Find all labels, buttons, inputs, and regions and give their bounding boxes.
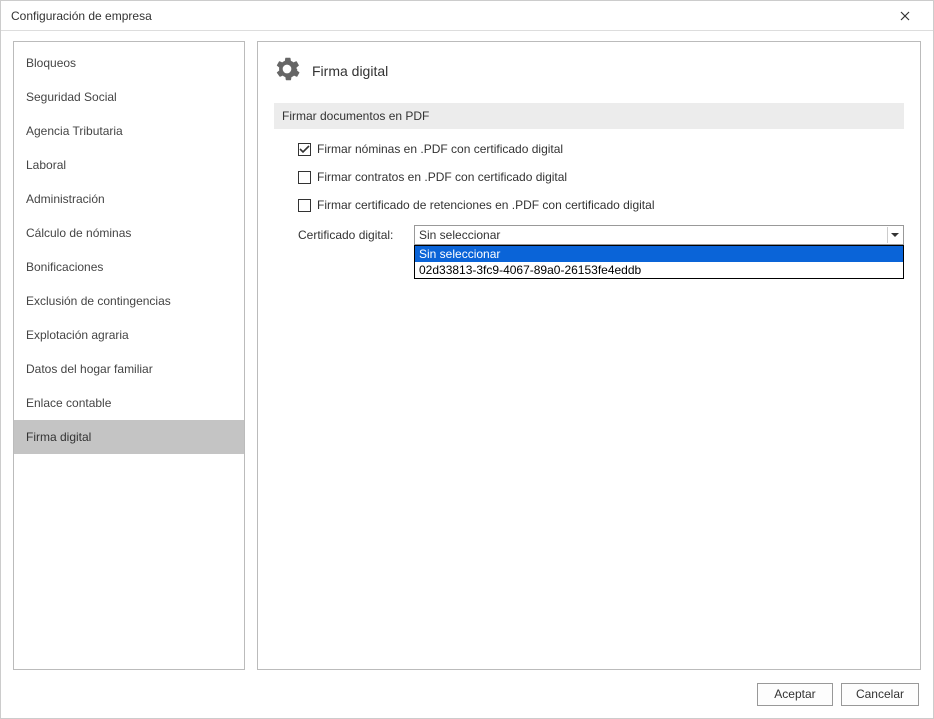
- sidebar-item[interactable]: Seguridad Social: [14, 80, 244, 114]
- checkbox-row: Firmar nóminas en .PDF con certificado d…: [298, 139, 904, 159]
- window-title: Configuración de empresa: [11, 9, 152, 23]
- chevron-down-icon: [887, 227, 901, 243]
- certificate-label: Certificado digital:: [298, 225, 406, 242]
- section-body: Firmar nóminas en .PDF con certificado d…: [274, 139, 904, 245]
- checkbox-label: Firmar nóminas en .PDF con certificado d…: [317, 142, 563, 156]
- checkbox[interactable]: [298, 171, 311, 184]
- sidebar-item[interactable]: Exclusión de contingencias: [14, 284, 244, 318]
- gear-icon: [274, 56, 300, 85]
- certificate-dropdown: Sin seleccionar02d33813-3fc9-4067-89a0-2…: [414, 245, 904, 279]
- sidebar-item[interactable]: Datos del hogar familiar: [14, 352, 244, 386]
- checkbox-label: Firmar certificado de retenciones en .PD…: [317, 198, 654, 212]
- close-button[interactable]: [885, 2, 925, 30]
- sidebar-item[interactable]: Enlace contable: [14, 386, 244, 420]
- sidebar-item[interactable]: Explotación agraria: [14, 318, 244, 352]
- sidebar: BloqueosSeguridad SocialAgencia Tributar…: [13, 41, 245, 670]
- certificate-combo-wrap: Sin seleccionar Sin seleccionar02d33813-…: [414, 225, 904, 245]
- page-title: Firma digital: [312, 63, 388, 79]
- accept-button[interactable]: Aceptar: [757, 683, 833, 706]
- certificate-combo-value: Sin seleccionar: [419, 228, 500, 242]
- close-icon: [900, 11, 910, 21]
- combo-option[interactable]: 02d33813-3fc9-4067-89a0-26153fe4eddb: [415, 262, 903, 278]
- cancel-button[interactable]: Cancelar: [841, 683, 919, 706]
- sidebar-item[interactable]: Cálculo de nóminas: [14, 216, 244, 250]
- footer: Aceptar Cancelar: [1, 670, 933, 718]
- checkbox[interactable]: [298, 199, 311, 212]
- certificate-field-row: Certificado digital: Sin seleccionar Sin…: [298, 225, 904, 245]
- checkbox-label: Firmar contratos en .PDF con certificado…: [317, 170, 567, 184]
- sidebar-item[interactable]: Laboral: [14, 148, 244, 182]
- combo-option[interactable]: Sin seleccionar: [415, 246, 903, 262]
- sidebar-item[interactable]: Bloqueos: [14, 46, 244, 80]
- titlebar: Configuración de empresa: [1, 1, 933, 31]
- sidebar-item[interactable]: Firma digital: [14, 420, 244, 454]
- sidebar-item[interactable]: Bonificaciones: [14, 250, 244, 284]
- sidebar-item[interactable]: Administración: [14, 182, 244, 216]
- main-panel: Firma digital Firmar documentos en PDF F…: [257, 41, 921, 670]
- certificate-combo[interactable]: Sin seleccionar: [414, 225, 904, 245]
- section-header: Firmar documentos en PDF: [274, 103, 904, 129]
- sidebar-item[interactable]: Agencia Tributaria: [14, 114, 244, 148]
- checkbox-row: Firmar certificado de retenciones en .PD…: [298, 195, 904, 215]
- checkbox-row: Firmar contratos en .PDF con certificado…: [298, 167, 904, 187]
- main-header: Firma digital: [274, 56, 904, 85]
- checkbox[interactable]: [298, 143, 311, 156]
